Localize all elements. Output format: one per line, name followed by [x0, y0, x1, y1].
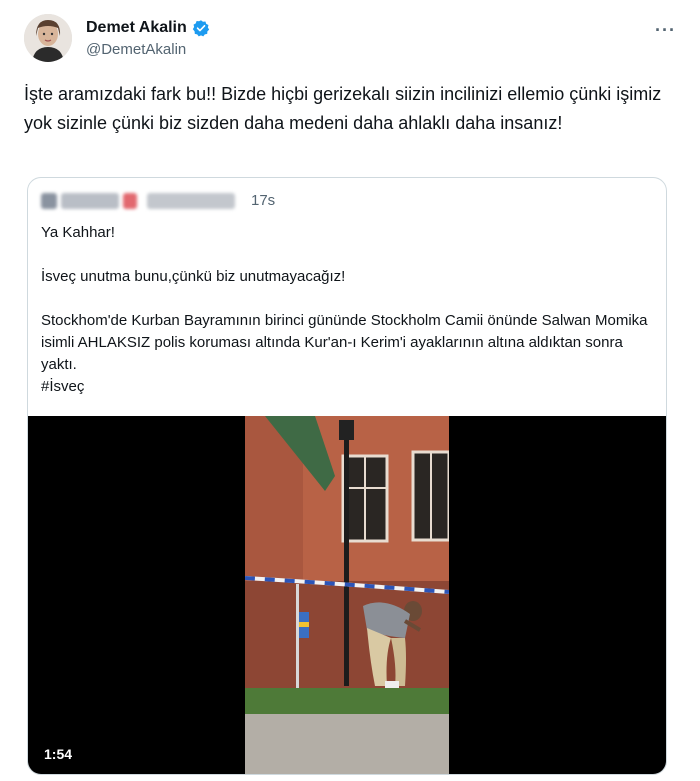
avatar-image [24, 14, 72, 62]
blurred-avatar [41, 193, 57, 209]
video-player[interactable]: 1:54 [28, 416, 666, 774]
video-duration: 1:54 [44, 746, 73, 762]
blurred-name [61, 193, 119, 209]
author-name-row: Demet Akalin [86, 19, 210, 37]
tweet-text: İşte aramızdaki fark bu!! Bizde hiçbi ge… [24, 84, 662, 133]
quoted-text: Ya Kahhar! İsveç unutma bunu,çünkü biz u… [41, 224, 648, 395]
more-options-icon[interactable]: ··· [655, 20, 676, 41]
quoted-tweet[interactable]: 17s Ya Kahhar! İsveç unutma bunu,çünkü b… [27, 177, 667, 775]
quoted-timestamp[interactable]: 17s [251, 192, 275, 209]
tweet-header: Demet Akalin @DemetAkalin ··· [24, 14, 676, 64]
display-name[interactable]: Demet Akalin [86, 19, 187, 37]
video-thumbnail [245, 416, 449, 774]
video-frame[interactable] [245, 416, 449, 774]
quoted-author-redacted [41, 190, 239, 212]
handle[interactable]: @DemetAkalin [86, 41, 186, 58]
blurred-badge [123, 193, 137, 209]
verified-badge-icon [192, 20, 209, 37]
blurred-handle [147, 193, 235, 209]
avatar[interactable] [24, 14, 72, 62]
